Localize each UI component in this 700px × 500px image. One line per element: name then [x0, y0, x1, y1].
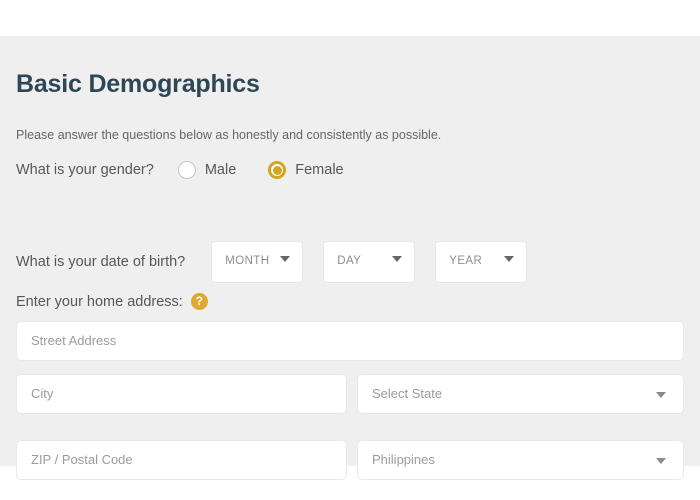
page-subtitle: Please answer the questions below as hon… [16, 127, 442, 142]
chevron-down-icon [504, 256, 515, 262]
dob-day-select[interactable]: DAY [323, 241, 416, 283]
gender-radio-group: Male Female [177, 161, 344, 179]
dob-day-value: DAY [337, 255, 362, 267]
country-value: Philippines [372, 452, 435, 467]
dob-month-value: MONTH [225, 255, 270, 267]
dob-year-value: YEAR [449, 255, 483, 267]
address-question-row: Enter your home address: ? [16, 293, 208, 310]
street-address-placeholder: Street Address [31, 333, 117, 348]
gender-question-row: What is your gender? Male Female [16, 158, 344, 182]
radio-female-icon[interactable] [268, 161, 287, 179]
dob-question-row: What is your date of birth? MONTH DAY YE… [16, 241, 528, 283]
dob-question-label: What is your date of birth? [16, 254, 186, 270]
gender-option-male-label: Male [204, 162, 237, 178]
zip-code-placeholder: ZIP / Postal Code [31, 452, 133, 467]
street-address-input[interactable]: Street Address [16, 321, 684, 361]
page-title: Basic Demographics [16, 69, 260, 98]
gender-option-female[interactable]: Female [268, 161, 344, 179]
country-select[interactable]: Philippines [357, 440, 684, 480]
zip-code-input[interactable]: ZIP / Postal Code [16, 440, 347, 480]
city-input[interactable]: City [16, 374, 347, 414]
question-mark-icon[interactable]: ? [190, 293, 208, 310]
chevron-down-icon [392, 256, 403, 262]
state-select[interactable]: Select State [357, 374, 684, 414]
chevron-down-icon [656, 458, 666, 464]
radio-male-icon[interactable] [177, 161, 196, 179]
state-placeholder: Select State [372, 386, 443, 401]
survey-panel: Basic Demographics Please answer the que… [0, 36, 700, 480]
city-placeholder: City [31, 386, 54, 401]
gender-option-female-label: Female [295, 162, 344, 178]
address-question-label: Enter your home address: [16, 293, 183, 310]
gender-question-label: What is your gender? [16, 162, 154, 178]
gender-option-male[interactable]: Male [177, 161, 237, 179]
chevron-down-icon [280, 256, 291, 262]
dob-month-select[interactable]: MONTH [211, 241, 304, 283]
chevron-down-icon [656, 392, 666, 398]
dob-year-select[interactable]: YEAR [435, 241, 528, 283]
survey-page: Basic Demographics Please answer the que… [0, 0, 700, 500]
